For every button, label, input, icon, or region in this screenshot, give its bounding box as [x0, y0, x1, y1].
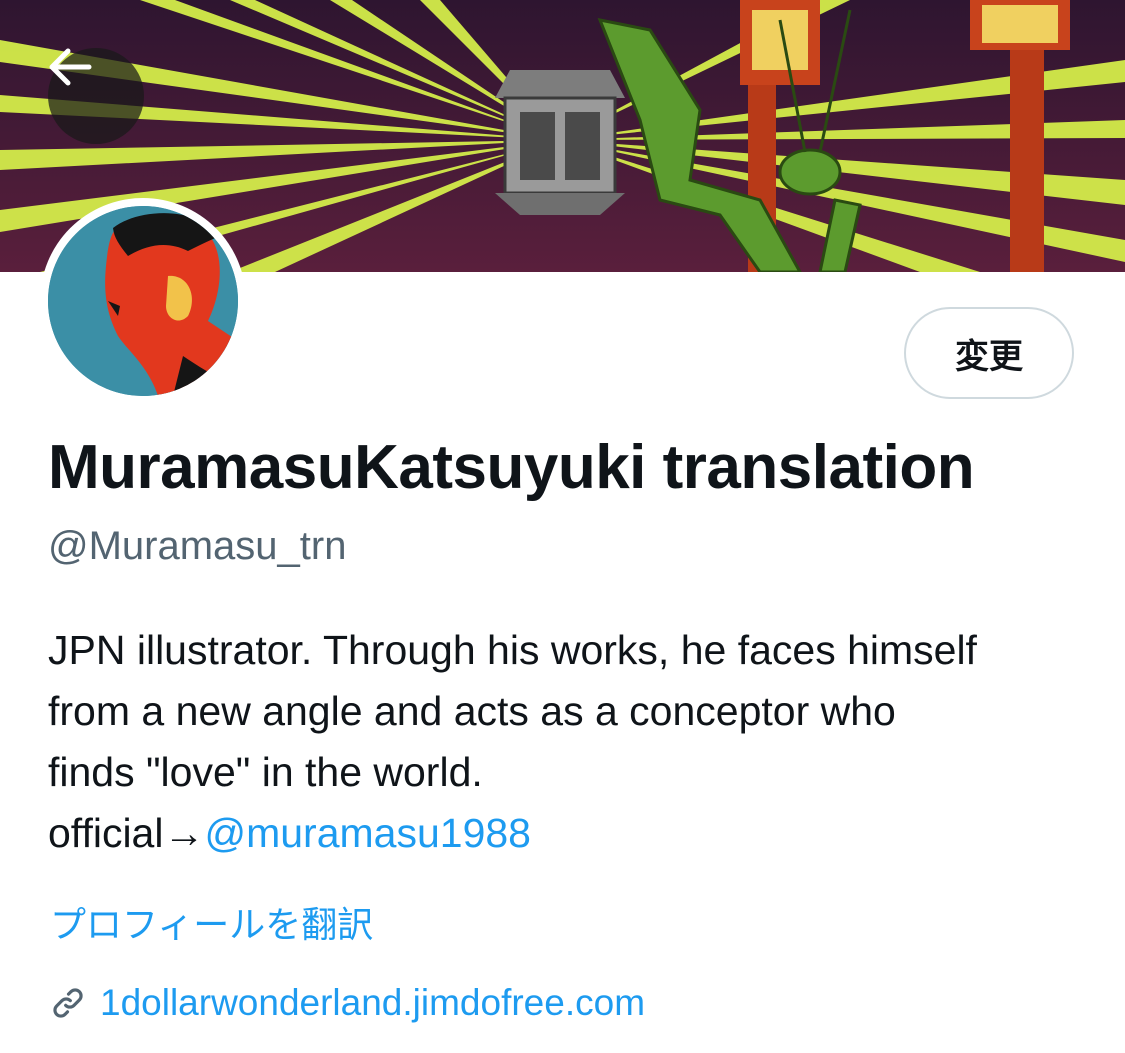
- bio-line: from a new angle and acts as a conceptor…: [48, 688, 896, 734]
- bio-official-line: official→@muramasu1988: [48, 803, 1088, 864]
- display-name: MuramasuKatsuyuki translation: [48, 433, 975, 502]
- avatar-frame: [40, 198, 246, 404]
- bio-official-prefix: official→: [48, 810, 205, 856]
- avatar-portrait: [48, 206, 238, 396]
- translate-profile-link[interactable]: プロフィールを翻訳: [50, 896, 373, 948]
- avatar[interactable]: [48, 206, 238, 396]
- website-link[interactable]: 1dollarwonderland.jimdofree.com: [100, 982, 645, 1024]
- official-account-link[interactable]: @muramasu1988: [204, 810, 531, 856]
- user-handle: @Muramasu_trn: [48, 524, 347, 568]
- edit-profile-button[interactable]: 変更: [904, 307, 1074, 399]
- bio-line: finds "love" in the world.: [48, 749, 483, 795]
- website-row: 1dollarwonderland.jimdofree.com: [48, 982, 645, 1024]
- profile-bio: JPN illustrator. Through his works, he f…: [48, 620, 1088, 864]
- bio-line: JPN illustrator. Through his works, he f…: [48, 627, 977, 673]
- back-button[interactable]: [48, 48, 144, 144]
- arrow-left-icon: [49, 48, 92, 86]
- link-icon: [53, 988, 83, 1018]
